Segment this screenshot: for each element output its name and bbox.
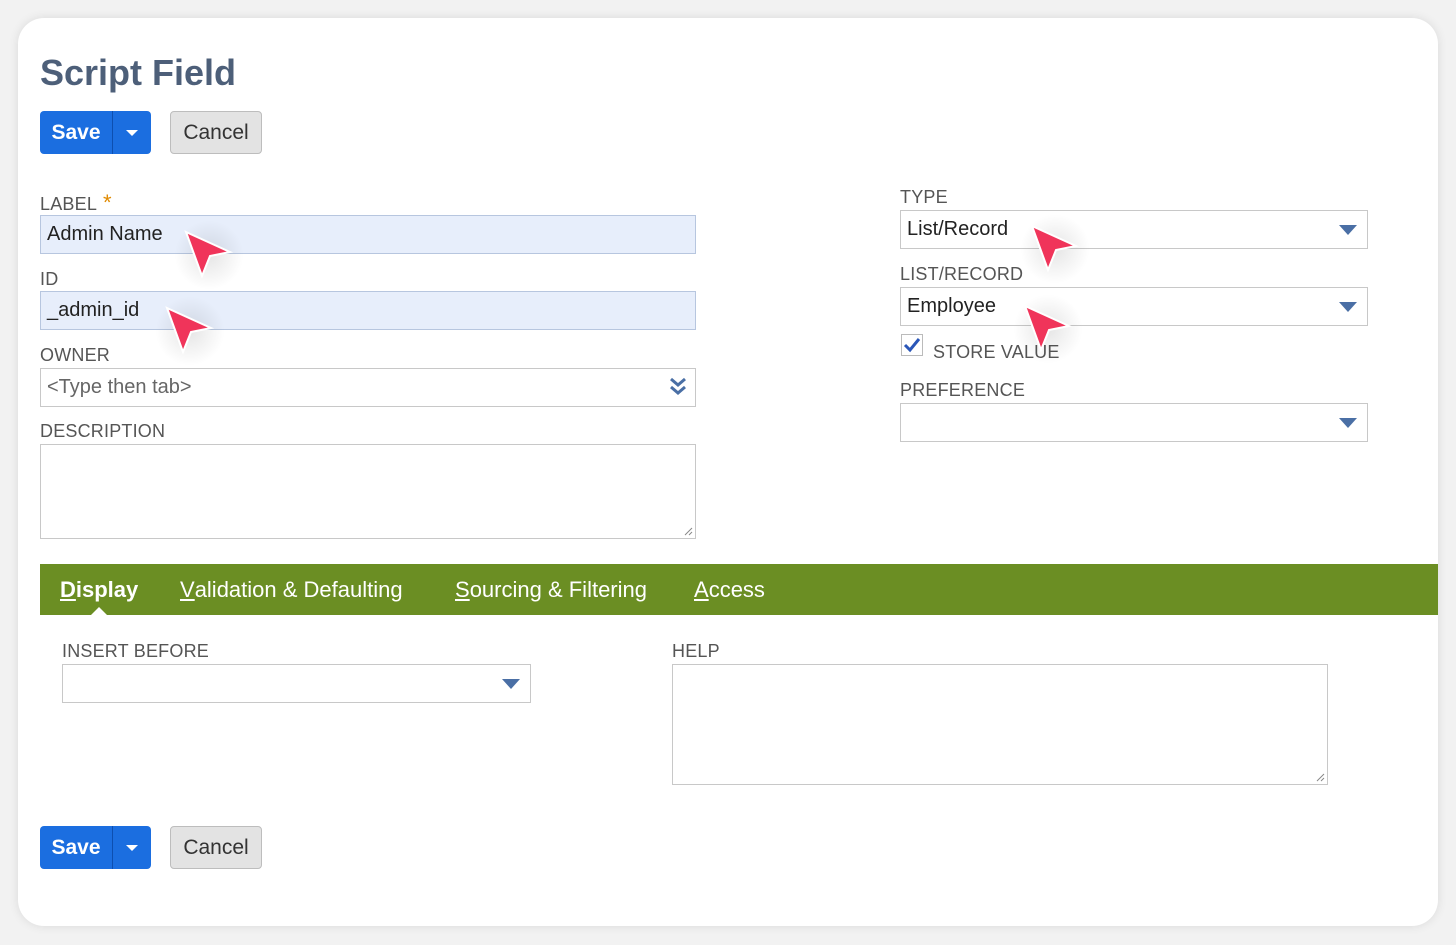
triangle-down-icon <box>502 678 520 689</box>
active-tab-indicator <box>91 607 108 615</box>
tab-display[interactable]: Display <box>60 564 138 615</box>
resize-grip-icon[interactable] <box>1315 772 1325 782</box>
triangle-down-icon <box>1339 301 1357 312</box>
tab-display-mnemonic: D <box>60 576 76 602</box>
label-input[interactable]: Admin Name <box>40 215 696 254</box>
label-field-label: LABEL * <box>40 190 112 216</box>
preference-select[interactable] <box>900 403 1368 442</box>
caret-down-icon <box>126 129 138 136</box>
save-menu-caret[interactable] <box>113 111 151 154</box>
owner-field-label: OWNER <box>40 345 110 365</box>
description-textarea[interactable] <box>40 444 696 539</box>
help-textarea[interactable] <box>672 664 1328 785</box>
owner-placeholder: <Type then tab> <box>47 376 192 398</box>
store-value-checkbox[interactable] <box>901 334 923 356</box>
preference-field-label: PREFERENCE <box>900 380 1026 400</box>
tab-display-label: isplay <box>75 576 139 602</box>
type-select[interactable]: List/Record <box>900 210 1368 249</box>
list-record-select-value: Employee <box>907 295 996 317</box>
tab-sourcing-mnemonic: S <box>455 576 470 602</box>
tab-access-label: ccess <box>708 576 765 602</box>
save-button-label: Save <box>51 120 101 144</box>
tab-access-mnemonic: A <box>694 576 709 602</box>
save-button-bottom[interactable]: Save <box>40 826 151 869</box>
tab-sourcing-label: ourcing & Filtering <box>469 576 647 602</box>
double-chevron-down-icon[interactable] <box>669 377 687 403</box>
required-asterisk: * <box>103 190 112 215</box>
help-field-label: HELP <box>672 641 720 661</box>
id-field-label: ID <box>40 269 59 289</box>
triangle-down-icon <box>1339 417 1357 428</box>
resize-grip-icon[interactable] <box>683 526 693 536</box>
save-button[interactable]: Save <box>40 111 151 154</box>
list-record-field-label: LIST/RECORD <box>900 264 1024 284</box>
save-menu-caret[interactable] <box>113 826 151 869</box>
description-field-label: DESCRIPTION <box>40 421 166 441</box>
list-record-select[interactable]: Employee <box>900 287 1368 326</box>
tab-validation-label: alidation & Defaulting <box>194 576 403 602</box>
tab-validation-defaulting[interactable]: Validation & Defaulting <box>180 564 403 615</box>
tab-validation-mnemonic: V <box>180 576 195 602</box>
owner-input[interactable]: <Type then tab> <box>40 368 696 407</box>
caret-down-icon <box>126 844 138 851</box>
cancel-button-bottom[interactable]: Cancel <box>170 826 262 869</box>
type-field-label: TYPE <box>900 187 948 207</box>
tab-access[interactable]: Access <box>694 564 765 615</box>
cancel-button[interactable]: Cancel <box>170 111 262 154</box>
label-input-value: Admin Name <box>47 223 163 245</box>
insert-before-field-label: INSERT BEFORE <box>62 641 209 661</box>
store-value-label: STORE VALUE <box>933 342 1060 362</box>
page-title: Script Field <box>40 52 237 93</box>
checkmark-icon <box>903 338 921 353</box>
type-select-value: List/Record <box>907 218 1009 240</box>
script-field-form: Script Field Save Cancel LABEL * Admin Na… <box>18 18 1438 926</box>
id-input-value: _admin_id <box>47 299 140 321</box>
insert-before-select[interactable] <box>62 664 531 703</box>
triangle-down-icon <box>1339 224 1357 235</box>
save-button-label: Save <box>51 835 101 859</box>
label-field-label-text: LABEL <box>40 194 98 214</box>
id-input[interactable]: _admin_id <box>40 291 696 330</box>
tab-sourcing-filtering[interactable]: Sourcing & Filtering <box>455 564 647 615</box>
subtab-bar: Display Validation & Defaulting Sourcing… <box>40 564 1438 615</box>
